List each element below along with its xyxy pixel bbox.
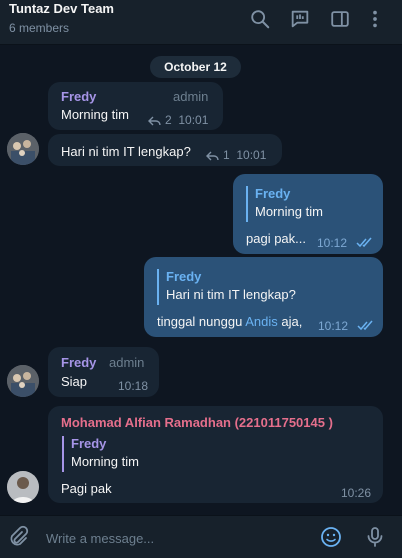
reply-quote[interactable]: Fredy Morning tim (62, 436, 139, 472)
read-receipt-icon (356, 237, 372, 248)
message-composer (0, 515, 402, 558)
mention-link[interactable]: Andis (245, 314, 278, 329)
reply-count-icon (206, 151, 219, 161)
message-bubble[interactable]: Fredy admin Morning tim 2 10:01 (48, 82, 223, 130)
attach-icon[interactable] (6, 525, 30, 549)
message-time: 10:12 (317, 236, 348, 250)
message-text: Morning tim (61, 107, 129, 122)
chat-header: Tuntaz Dev Team 6 members (0, 0, 402, 45)
message-text: pagi pak... (246, 231, 306, 246)
message-text: Hari ni tim IT lengkap? (61, 144, 191, 159)
message-time: 10:26 (341, 486, 372, 500)
message-bubble[interactable]: Fredy admin Siap 10:18 (48, 347, 159, 397)
reply-count-icon (148, 116, 161, 126)
poll-icon[interactable] (289, 8, 311, 30)
message-time: 10:01 (178, 113, 209, 127)
message-time: 10:01 (236, 148, 267, 162)
admin-badge: admin (173, 89, 209, 104)
sender-name[interactable]: Fredy (61, 355, 96, 370)
avatar[interactable] (7, 133, 39, 165)
members-count[interactable]: 6 members (9, 21, 69, 35)
message-meta: 1 10:01 (206, 148, 266, 162)
message-text: Siap (61, 374, 88, 389)
quote-sender: Fredy (166, 269, 202, 284)
reply-count[interactable]: 1 (223, 148, 230, 162)
message-meta: 2 10:01 (148, 113, 208, 127)
message-input[interactable] (44, 528, 308, 548)
message-time: 10:12 (318, 319, 349, 333)
more-icon[interactable] (364, 8, 386, 30)
reply-count[interactable]: 2 (165, 113, 172, 127)
chat-title[interactable]: Tuntaz Dev Team (9, 1, 114, 16)
microphone-icon[interactable] (363, 525, 387, 549)
quote-sender: Fredy (71, 436, 107, 451)
quote-text: Morning tim (71, 454, 139, 469)
read-receipt-icon (357, 320, 373, 331)
quote-text: Hari ni tim IT lengkap? (166, 287, 296, 302)
message-time: 10:18 (118, 379, 149, 393)
message-text: Pagi pak (61, 481, 112, 496)
search-icon[interactable] (249, 8, 271, 30)
reply-quote[interactable]: Fredy Morning tim (246, 186, 323, 222)
avatar[interactable] (7, 471, 39, 503)
quote-text: Morning tim (255, 204, 323, 219)
emoji-icon[interactable] (319, 525, 343, 549)
sender-name[interactable]: Mohamad Alfian Ramadhan (221011750145 ) (61, 415, 333, 430)
sidebar-toggle-icon[interactable] (329, 8, 351, 30)
reply-quote[interactable]: Fredy Hari ni tim IT lengkap? (157, 269, 296, 305)
admin-badge: admin (109, 355, 145, 370)
date-separator: October 12 (150, 56, 241, 78)
message-bubble[interactable]: Mohamad Alfian Ramadhan (221011750145 ) … (48, 406, 383, 503)
sender-name[interactable]: Fredy (61, 89, 96, 104)
message-text: tinggal nunggu Andis aja, (157, 314, 303, 329)
quote-sender: Fredy (255, 186, 291, 201)
avatar[interactable] (7, 365, 39, 397)
message-bubble[interactable]: Hari ni tim IT lengkap? 1 10:01 (48, 134, 282, 166)
message-bubble-outgoing[interactable]: Fredy Hari ni tim IT lengkap? tinggal nu… (144, 257, 383, 337)
message-bubble-outgoing[interactable]: Fredy Morning tim pagi pak... 10:12 (233, 174, 383, 254)
